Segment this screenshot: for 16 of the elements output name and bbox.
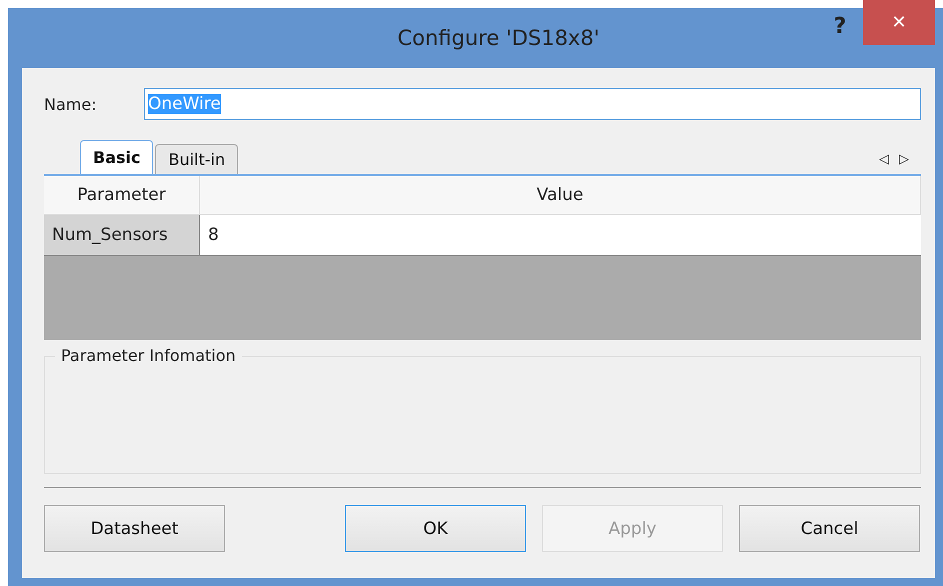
tab[interactable]: Basic	[80, 140, 154, 174]
name-value: OneWire	[148, 94, 221, 114]
tab[interactable]: Built-in	[155, 144, 238, 174]
column-header: Value	[200, 176, 921, 215]
dialog-button[interactable]: OK	[345, 505, 526, 552]
column-header: Parameter	[44, 176, 200, 215]
value-cell[interactable]: 8	[200, 215, 921, 256]
scroll-left-button[interactable]: ◁	[879, 151, 889, 166]
name-label: Name:	[44, 94, 98, 114]
dialog-button[interactable]: Datasheet	[44, 505, 225, 552]
parameter-cell: Num_Sensors	[44, 215, 200, 256]
scroll-right-button[interactable]: ▷	[899, 151, 909, 166]
close-button[interactable]: ✕	[863, 0, 935, 45]
window-title: Configure 'DS18x8'	[397, 26, 600, 50]
help-button[interactable]: ?	[825, 8, 855, 44]
dialog-button[interactable]: Cancel	[739, 505, 920, 552]
